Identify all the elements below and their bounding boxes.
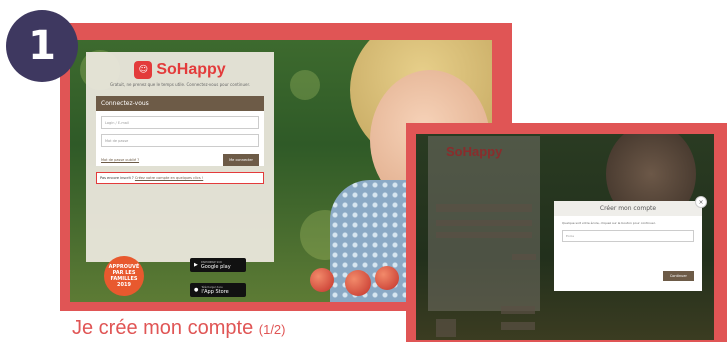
dimmed-button xyxy=(512,254,536,260)
signup-link[interactable]: Créez votre compte en quelques clics ! xyxy=(135,176,203,180)
dimmed-field xyxy=(436,220,532,226)
dimmed-store-badge xyxy=(501,306,535,314)
dimmed-logo: SoHappy xyxy=(446,144,503,159)
password-input[interactable]: Mot de passe xyxy=(101,134,259,147)
login-form: Connectez-vous Login / E-mail Mot de pas… xyxy=(96,96,264,166)
brand-name: SoHappy xyxy=(156,61,226,78)
login-email-input[interactable]: Login / E-mail xyxy=(101,116,259,129)
signup-highlight: Pas encore inscrit ? Créez votre compte … xyxy=(96,172,264,184)
close-icon[interactable]: × xyxy=(695,196,707,208)
google-play-badge[interactable]: ▶ DISPONIBLE SUR Google play xyxy=(190,258,246,272)
caption-step: (1/2) xyxy=(258,322,286,337)
sohappy-logo-icon: ☺ xyxy=(134,61,153,79)
apple-icon: ● xyxy=(194,287,199,293)
dimmed-field xyxy=(436,232,532,238)
step-caption: Je crée mon compte (1/2) xyxy=(72,317,286,340)
modal-title: Créer mon compte xyxy=(554,201,702,216)
play-icon: ▶ xyxy=(194,262,198,268)
tagline: Gratuit, ne prenez que le temps utile. C… xyxy=(109,82,251,87)
sohappy-logo: ☺ SoHappy xyxy=(86,61,274,79)
background-bokeh xyxy=(290,70,320,100)
continue-button[interactable]: Continuer xyxy=(662,271,694,281)
app-store-badge[interactable]: ● Télécharger dans l'App Store xyxy=(190,283,246,297)
step-number-badge: 1 xyxy=(6,10,78,82)
award-badge: APPROUVÉ PAR LES FAMILLES 2019 xyxy=(104,256,144,296)
create-account-screenshot: SoHappy × Créer mon compte Quelque soit … xyxy=(416,134,714,340)
school-input[interactable]: Ecole xyxy=(562,230,694,242)
forgot-password-link[interactable]: Mot de passe oublié ? xyxy=(101,158,139,162)
dimmed-form-header xyxy=(436,204,532,212)
signup-prompt: Pas encore inscrit ? xyxy=(100,176,134,180)
apple-image xyxy=(345,270,371,296)
dimmed-store-badge xyxy=(501,322,535,330)
modal-instructions: Quelque soit votre école, cliquez sur le… xyxy=(562,221,656,225)
create-account-modal: × Créer mon compte Quelque soit votre éc… xyxy=(554,196,707,291)
apple-image xyxy=(310,268,334,292)
dimmed-award-badge xyxy=(436,319,456,337)
caption-text: Je crée mon compte xyxy=(72,317,254,339)
login-panel: ☺ SoHappy Gratuit, ne prenez que le temp… xyxy=(86,52,274,262)
connect-button[interactable]: Me connecter xyxy=(223,154,259,166)
login-title: Connectez-vous xyxy=(96,96,264,111)
apple-image xyxy=(375,266,399,290)
